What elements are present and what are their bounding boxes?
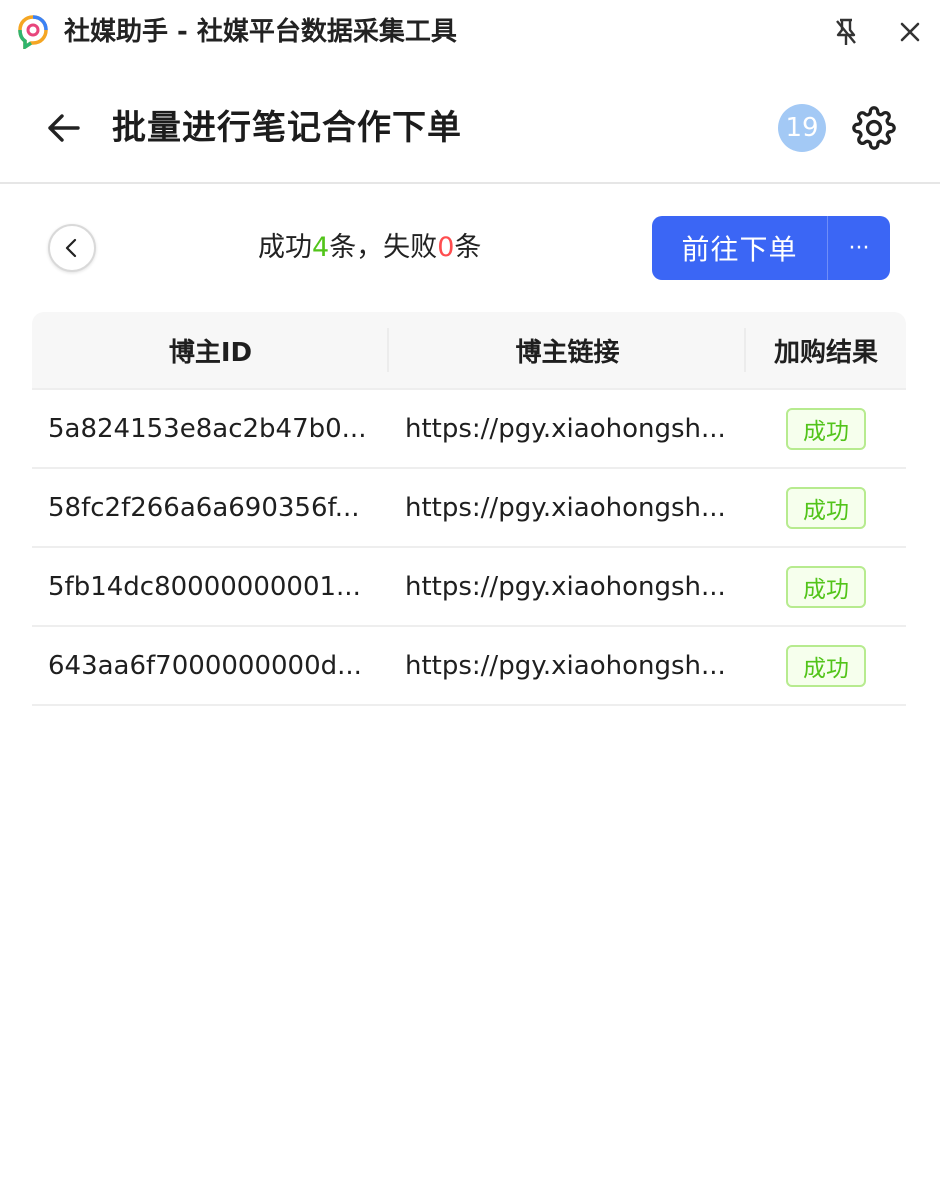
blogger-link-cell[interactable]: https://pgy.xiaohongsh... (389, 390, 746, 467)
success-count: 4 (312, 232, 330, 263)
blogger-link-cell[interactable]: https://pgy.xiaohongsh... (389, 548, 746, 625)
app-logo-icon (17, 15, 49, 51)
chevron-left-icon (65, 238, 77, 258)
table-row: 5a824153e8ac2b47b0... https://pgy.xiaoho… (32, 390, 906, 469)
blogger-id-cell: 58fc2f266a6a690356f... (48, 492, 360, 523)
summary-middle: 条，失败 (329, 232, 438, 263)
table-row: 58fc2f266a6a690356f... https://pgy.xiaoh… (32, 469, 906, 548)
table-row: 5fb14dc80000000001... https://pgy.xiaoho… (32, 548, 906, 627)
column-header-blogger-id: 博主ID (32, 312, 389, 388)
blogger-link-cell[interactable]: https://pgy.xiaohongsh... (389, 469, 746, 546)
arrow-left-icon[interactable] (42, 108, 84, 148)
status-badge: 成功 (786, 486, 866, 529)
status-badge: 成功 (786, 644, 866, 687)
chevron-left-button[interactable] (48, 224, 96, 272)
status-badge: 成功 (786, 565, 866, 608)
page-title: 批量进行笔记合作下单 (112, 108, 462, 148)
blogger-id-cell: 5fb14dc80000000001... (48, 571, 361, 602)
result-cell: 成功 (746, 390, 906, 467)
table-header: 博主ID 博主链接 加购结果 (32, 312, 906, 390)
blogger-id-cell: 643aa6f7000000000d... (48, 650, 362, 681)
window-title: 社媒助手 - 社媒平台数据采集工具 (64, 17, 457, 47)
blogger-link-cell[interactable]: https://pgy.xiaohongsh... (389, 627, 746, 704)
result-cell: 成功 (746, 548, 906, 625)
unpin-icon[interactable] (828, 14, 864, 50)
more-options-button[interactable]: ··· (828, 216, 890, 280)
status-badge: 成功 (786, 407, 866, 450)
summary-prefix: 成功 (258, 232, 312, 263)
result-cell: 成功 (746, 469, 906, 546)
gear-icon[interactable] (852, 106, 896, 150)
close-icon[interactable] (892, 14, 928, 50)
go-order-button[interactable]: 前往下单 (652, 216, 827, 280)
results-table: 博主ID 博主链接 加购结果 5a824153e8ac2b47b0... htt… (32, 312, 906, 706)
title-bar: 社媒助手 - 社媒平台数据采集工具 (0, 0, 940, 64)
page-header: 批量进行笔记合作下单 19 (0, 64, 940, 184)
result-cell: 成功 (746, 627, 906, 704)
summary-suffix: 条 (454, 232, 482, 263)
fail-count: 0 (437, 232, 455, 263)
table-row: 643aa6f7000000000d... https://pgy.xiaoho… (32, 627, 906, 706)
result-summary: 成功4条，失败0条 (258, 226, 481, 270)
column-header-blogger-link: 博主链接 (389, 312, 746, 388)
blogger-id-cell: 5a824153e8ac2b47b0... (48, 413, 367, 444)
order-button-group: 前往下单 ··· (652, 216, 890, 280)
column-header-result: 加购结果 (773, 337, 878, 368)
count-badge[interactable]: 19 (778, 104, 826, 152)
